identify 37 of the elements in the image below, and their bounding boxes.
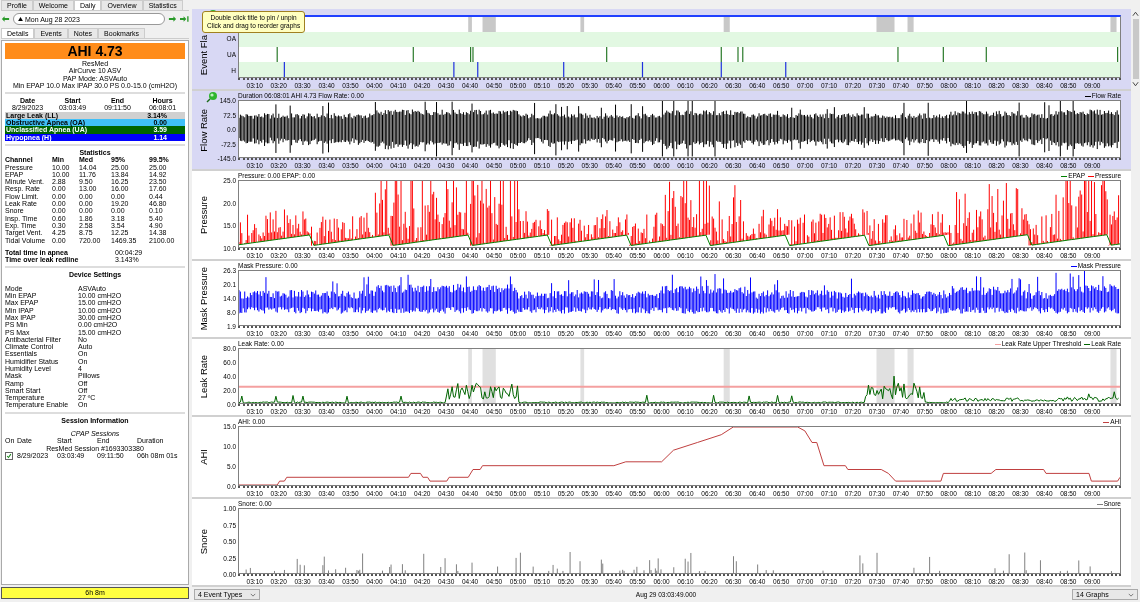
calendar-caret-icon xyxy=(18,17,23,21)
event-mark xyxy=(737,47,739,62)
scroll-down-icon[interactable] xyxy=(1132,81,1139,87)
event-mark xyxy=(785,62,787,77)
leak-span-shading xyxy=(723,349,730,403)
leak-span-mark xyxy=(876,17,895,32)
event-mark xyxy=(641,62,644,77)
leak-span-mark xyxy=(580,17,585,32)
leak-span-mark xyxy=(482,17,496,32)
axis-title: Snore xyxy=(197,529,209,555)
scroll-up-icon[interactable] xyxy=(1132,11,1139,17)
axis-title: Flow Rate xyxy=(197,108,209,152)
last-day-arrow-icon[interactable] xyxy=(180,15,189,23)
axis-title: Mask Pressure xyxy=(197,267,209,331)
leak-span-shading xyxy=(1110,349,1117,403)
event-mark xyxy=(563,62,565,77)
leak-span-mark xyxy=(723,17,730,32)
leak-span-mark xyxy=(468,17,472,32)
leak-span-mark xyxy=(907,17,914,32)
event-mark xyxy=(453,62,455,77)
ahi-banner: AHI 4.73 xyxy=(5,43,185,59)
leak-span-mark xyxy=(1110,17,1117,32)
axis-title: AHI xyxy=(197,449,209,465)
leak-span-shading xyxy=(907,349,914,403)
axis-title: Event Fla xyxy=(197,34,209,75)
leak-span-shading xyxy=(580,349,585,403)
caret-icon xyxy=(1128,592,1134,597)
event-mark xyxy=(897,47,899,62)
leak-span-shading xyxy=(468,349,472,403)
axis-title: Pressure xyxy=(197,196,209,234)
back-arrow-icon[interactable] xyxy=(1,15,10,23)
event-mark xyxy=(477,62,479,77)
caret-icon xyxy=(250,592,256,597)
session-checkbox[interactable] xyxy=(5,451,13,460)
event-mark xyxy=(283,62,285,77)
axis-title: Leak Rate xyxy=(197,355,209,399)
forward-arrow-icon[interactable] xyxy=(168,15,177,23)
